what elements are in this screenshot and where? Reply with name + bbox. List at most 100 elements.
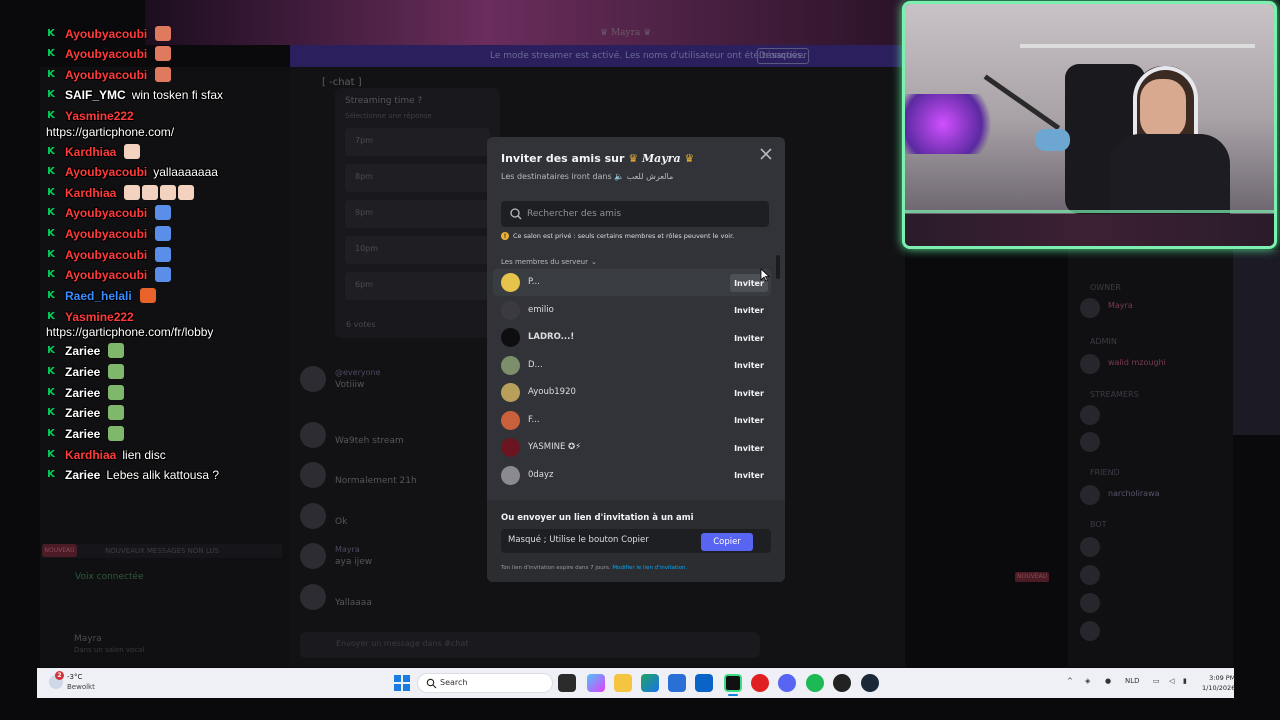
chat-username[interactable]: Ayoubyacoubi [65, 268, 147, 282]
spotify-icon[interactable] [806, 674, 824, 692]
shield-icon[interactable]: ◈ [1085, 677, 1090, 685]
windows-start-icon[interactable] [394, 675, 410, 691]
member-name[interactable]: walid mzoughi [1108, 358, 1166, 367]
poll-option[interactable]: 7pm [345, 128, 490, 156]
microphone-icon[interactable]: ● [1105, 677, 1111, 685]
poll-option[interactable]: 10pm [345, 236, 490, 264]
poll-option[interactable]: 9pm [345, 200, 490, 228]
kick-badge-icon: K [47, 449, 55, 460]
chat-username[interactable]: Ayoubyacoubi [65, 227, 147, 241]
chat-username[interactable]: Yasmine222 [65, 109, 134, 123]
close-icon[interactable] [758, 146, 774, 162]
chat-username[interactable]: Zariee [65, 427, 100, 441]
speaker-icon[interactable]: ◁ [1169, 677, 1174, 685]
chat-line: K Ayoubyacoubi yallaaaaaaa [46, 162, 218, 181]
chat-username[interactable]: Kardhiaa [65, 145, 116, 159]
chat-username[interactable]: SAIF_YMC [65, 88, 126, 102]
chat-username[interactable]: Ayoubyacoubi [65, 27, 147, 41]
chat-username[interactable]: Ayoubyacoubi [65, 47, 147, 61]
file-explorer-icon[interactable] [614, 674, 632, 692]
chat-username[interactable]: Kardhiaa [65, 186, 116, 200]
chat-username[interactable]: Kardhiaa [65, 448, 116, 462]
poll-option[interactable]: 8pm [345, 164, 490, 192]
member-row[interactable]: F... Inviter [493, 407, 771, 434]
speaker-icon: 🔈 [614, 172, 625, 181]
emote-icon [108, 343, 125, 358]
task-view-icon[interactable] [558, 674, 576, 692]
steam-icon[interactable] [861, 674, 879, 692]
opera-icon[interactable] [751, 674, 769, 692]
invite-button[interactable]: Inviter [730, 411, 768, 430]
member-row[interactable]: P... Inviter [493, 269, 771, 296]
member-row[interactable]: emilio Inviter [493, 297, 771, 324]
edit-invite-link[interactable]: Modifier le lien d'invitation. [612, 565, 687, 571]
chat-username[interactable]: Zariee [65, 344, 100, 358]
copilot-icon[interactable] [587, 674, 605, 692]
members-section-header[interactable]: Les membres du serveur ⌄ [501, 258, 597, 266]
chat-username[interactable]: Ayoubyacoubi [65, 206, 147, 220]
battery-icon[interactable]: ▮ [1183, 677, 1187, 685]
avatar [1080, 593, 1100, 613]
invite-button[interactable]: Inviter [730, 384, 768, 402]
search-input[interactable] [527, 205, 762, 223]
member-row[interactable]: Ayoub1920 Inviter [493, 379, 771, 406]
avatar [1080, 565, 1100, 585]
chat-line: K Zariee [46, 362, 125, 381]
outlook-icon[interactable] [695, 674, 713, 692]
terminal-icon[interactable] [724, 674, 742, 692]
store-icon[interactable] [668, 674, 686, 692]
invite-button[interactable]: Inviter [730, 356, 768, 375]
member-row[interactable]: LADRO...! Inviter [493, 324, 771, 351]
chevron-up-icon[interactable]: ^ [1067, 677, 1073, 685]
crown-icon: ♛ [628, 152, 639, 165]
chat-username[interactable]: Raed_helali [65, 289, 132, 303]
chat-line: K Ayoubyacoubi [46, 245, 172, 264]
chat-username[interactable]: Ayoubyacoubi [65, 165, 147, 179]
chat-username[interactable]: Ayoubyacoubi [65, 68, 147, 82]
language-indicator[interactable]: NLD [1125, 677, 1140, 685]
message-input[interactable]: Envoyer un message dans #chat [300, 632, 760, 658]
poll-subtitle: Sélectionne une réponse [345, 112, 432, 120]
chat-username[interactable]: Zariee [65, 468, 100, 482]
member-row[interactable]: D... Inviter [493, 352, 771, 379]
chat-username[interactable]: Zariee [65, 386, 100, 400]
member-row[interactable]: 0dayz Inviter [493, 462, 771, 489]
chat-message-text: yallaaaaaaa [153, 164, 218, 179]
chat-username[interactable]: Zariee [65, 406, 100, 420]
emote-icon [155, 267, 172, 282]
display-icon[interactable]: ▭ [1153, 677, 1160, 685]
weather-widget[interactable]: 2 -3°C Bewolkt [49, 671, 119, 695]
member-name[interactable]: narcholirawa [1108, 489, 1160, 498]
invite-button[interactable]: Inviter [730, 329, 768, 347]
disable-streamer-button[interactable]: Désactiver [757, 48, 809, 64]
taskbar-search[interactable]: Search [417, 673, 553, 693]
chat-line: K Kardhiaa [46, 183, 195, 202]
chat-line: K Ayoubyacoubi [46, 44, 172, 63]
kick-badge-icon: K [47, 146, 55, 157]
new-messages-bar[interactable]: NOUVEAUX MESSAGES NON LUS [42, 544, 282, 558]
member-row[interactable]: YASMINE ✪⚡ Inviter [493, 434, 771, 461]
modal-subtitle: Les destinataires iront dans 🔈 مالعرش لل… [501, 172, 674, 181]
chat-username[interactable]: Ayoubyacoubi [65, 248, 147, 262]
invite-button[interactable]: Inviter [730, 301, 768, 320]
chat-username[interactable]: Zariee [65, 365, 100, 379]
obs-icon[interactable] [833, 674, 851, 692]
member-list[interactable]: P... Inviter emilio Inviter LADRO...! Invit… [493, 269, 771, 497]
kick-badge-icon: K [47, 345, 55, 356]
chat-message: Yallaaaa [300, 584, 490, 624]
emote-icon [160, 185, 177, 200]
kick-badge-icon: K [47, 110, 55, 121]
copy-button[interactable]: Copier [701, 533, 753, 551]
emote-icon [108, 405, 125, 420]
invite-button[interactable]: Inviter [730, 439, 768, 457]
invite-button[interactable]: Inviter [730, 466, 768, 485]
chat-line: K Ayoubyacoubi [46, 24, 172, 43]
info-icon: ! [501, 232, 509, 240]
poll-option[interactable]: 6pm [345, 272, 490, 300]
discord-icon[interactable] [778, 674, 796, 692]
webcam-bottom-bar [905, 214, 1274, 246]
clock[interactable]: 3:09 PM 1/10/2026 [1202, 673, 1235, 693]
member-list-scrollbar[interactable] [776, 255, 780, 279]
member-name[interactable]: Mayra [1108, 301, 1133, 310]
edge-icon[interactable] [641, 674, 659, 692]
